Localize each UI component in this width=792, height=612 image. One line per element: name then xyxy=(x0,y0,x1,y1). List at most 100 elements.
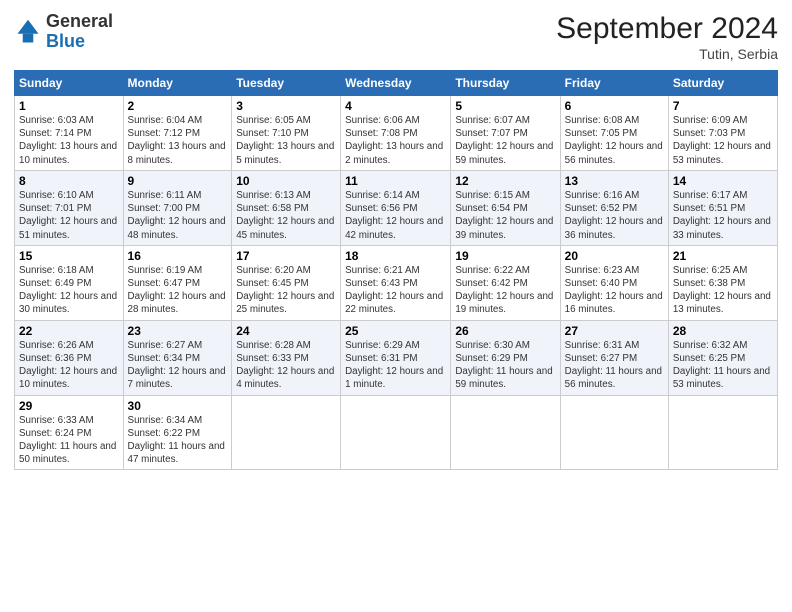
day-info: Sunrise: 6:11 AMSunset: 7:00 PMDaylight:… xyxy=(128,189,228,242)
col-thursday: Thursday xyxy=(451,71,560,96)
calendar-cell xyxy=(668,395,777,470)
calendar-cell: 28Sunrise: 6:32 AMSunset: 6:25 PMDayligh… xyxy=(668,320,777,395)
day-info: Sunrise: 6:09 AMSunset: 7:03 PMDaylight:… xyxy=(673,114,773,167)
month-title: September 2024 xyxy=(556,12,778,46)
day-info: Sunrise: 6:27 AMSunset: 6:34 PMDaylight:… xyxy=(128,339,228,392)
day-number: 27 xyxy=(565,324,664,338)
col-tuesday: Tuesday xyxy=(232,71,341,96)
calendar-cell: 8Sunrise: 6:10 AMSunset: 7:01 PMDaylight… xyxy=(15,170,124,245)
day-info: Sunrise: 6:18 AMSunset: 6:49 PMDaylight:… xyxy=(19,264,119,317)
calendar-cell xyxy=(341,395,451,470)
day-number: 2 xyxy=(128,99,228,113)
day-info: Sunrise: 6:08 AMSunset: 7:05 PMDaylight:… xyxy=(565,114,664,167)
day-info: Sunrise: 6:22 AMSunset: 6:42 PMDaylight:… xyxy=(455,264,555,317)
day-number: 3 xyxy=(236,99,336,113)
day-info: Sunrise: 6:25 AMSunset: 6:38 PMDaylight:… xyxy=(673,264,773,317)
logo-blue: Blue xyxy=(46,31,85,51)
logo-text: General Blue xyxy=(46,12,113,52)
logo-icon xyxy=(14,18,42,46)
day-number: 22 xyxy=(19,324,119,338)
day-number: 9 xyxy=(128,174,228,188)
day-info: Sunrise: 6:15 AMSunset: 6:54 PMDaylight:… xyxy=(455,189,555,242)
calendar-cell: 21Sunrise: 6:25 AMSunset: 6:38 PMDayligh… xyxy=(668,245,777,320)
day-info: Sunrise: 6:23 AMSunset: 6:40 PMDaylight:… xyxy=(565,264,664,317)
day-number: 8 xyxy=(19,174,119,188)
day-number: 25 xyxy=(345,324,446,338)
day-info: Sunrise: 6:16 AMSunset: 6:52 PMDaylight:… xyxy=(565,189,664,242)
col-monday: Monday xyxy=(123,71,232,96)
calendar-cell: 25Sunrise: 6:29 AMSunset: 6:31 PMDayligh… xyxy=(341,320,451,395)
day-number: 20 xyxy=(565,249,664,263)
calendar-cell: 3Sunrise: 6:05 AMSunset: 7:10 PMDaylight… xyxy=(232,96,341,171)
calendar-cell xyxy=(451,395,560,470)
calendar-cell: 14Sunrise: 6:17 AMSunset: 6:51 PMDayligh… xyxy=(668,170,777,245)
day-number: 21 xyxy=(673,249,773,263)
day-info: Sunrise: 6:04 AMSunset: 7:12 PMDaylight:… xyxy=(128,114,228,167)
day-number: 26 xyxy=(455,324,555,338)
day-number: 14 xyxy=(673,174,773,188)
day-number: 28 xyxy=(673,324,773,338)
day-number: 12 xyxy=(455,174,555,188)
calendar-cell xyxy=(232,395,341,470)
day-info: Sunrise: 6:33 AMSunset: 6:24 PMDaylight:… xyxy=(19,414,119,467)
day-info: Sunrise: 6:07 AMSunset: 7:07 PMDaylight:… xyxy=(455,114,555,167)
day-number: 11 xyxy=(345,174,446,188)
day-number: 10 xyxy=(236,174,336,188)
logo: General Blue xyxy=(14,12,113,52)
day-info: Sunrise: 6:13 AMSunset: 6:58 PMDaylight:… xyxy=(236,189,336,242)
calendar-cell: 30Sunrise: 6:34 AMSunset: 6:22 PMDayligh… xyxy=(123,395,232,470)
day-number: 15 xyxy=(19,249,119,263)
day-number: 23 xyxy=(128,324,228,338)
calendar-cell: 19Sunrise: 6:22 AMSunset: 6:42 PMDayligh… xyxy=(451,245,560,320)
day-number: 17 xyxy=(236,249,336,263)
day-number: 1 xyxy=(19,99,119,113)
day-info: Sunrise: 6:17 AMSunset: 6:51 PMDaylight:… xyxy=(673,189,773,242)
logo-general: General xyxy=(46,11,113,31)
day-info: Sunrise: 6:03 AMSunset: 7:14 PMDaylight:… xyxy=(19,114,119,167)
page-header: General Blue September 2024 Tutin, Serbi… xyxy=(14,12,778,62)
day-number: 24 xyxy=(236,324,336,338)
calendar-cell: 29Sunrise: 6:33 AMSunset: 6:24 PMDayligh… xyxy=(15,395,124,470)
calendar-row: 29Sunrise: 6:33 AMSunset: 6:24 PMDayligh… xyxy=(15,395,778,470)
day-info: Sunrise: 6:21 AMSunset: 6:43 PMDaylight:… xyxy=(345,264,446,317)
day-info: Sunrise: 6:26 AMSunset: 6:36 PMDaylight:… xyxy=(19,339,119,392)
day-number: 19 xyxy=(455,249,555,263)
calendar-row: 1Sunrise: 6:03 AMSunset: 7:14 PMDaylight… xyxy=(15,96,778,171)
calendar-cell: 26Sunrise: 6:30 AMSunset: 6:29 PMDayligh… xyxy=(451,320,560,395)
calendar-cell: 24Sunrise: 6:28 AMSunset: 6:33 PMDayligh… xyxy=(232,320,341,395)
calendar-cell: 23Sunrise: 6:27 AMSunset: 6:34 PMDayligh… xyxy=(123,320,232,395)
calendar-cell: 12Sunrise: 6:15 AMSunset: 6:54 PMDayligh… xyxy=(451,170,560,245)
day-number: 13 xyxy=(565,174,664,188)
calendar-cell: 27Sunrise: 6:31 AMSunset: 6:27 PMDayligh… xyxy=(560,320,668,395)
calendar-row: 22Sunrise: 6:26 AMSunset: 6:36 PMDayligh… xyxy=(15,320,778,395)
calendar-cell: 13Sunrise: 6:16 AMSunset: 6:52 PMDayligh… xyxy=(560,170,668,245)
calendar-cell: 20Sunrise: 6:23 AMSunset: 6:40 PMDayligh… xyxy=(560,245,668,320)
calendar-table: Sunday Monday Tuesday Wednesday Thursday… xyxy=(14,70,778,470)
day-number: 4 xyxy=(345,99,446,113)
calendar-cell: 7Sunrise: 6:09 AMSunset: 7:03 PMDaylight… xyxy=(668,96,777,171)
day-info: Sunrise: 6:06 AMSunset: 7:08 PMDaylight:… xyxy=(345,114,446,167)
col-saturday: Saturday xyxy=(668,71,777,96)
calendar-cell: 11Sunrise: 6:14 AMSunset: 6:56 PMDayligh… xyxy=(341,170,451,245)
location: Tutin, Serbia xyxy=(556,46,778,62)
day-info: Sunrise: 6:32 AMSunset: 6:25 PMDaylight:… xyxy=(673,339,773,392)
calendar-cell: 18Sunrise: 6:21 AMSunset: 6:43 PMDayligh… xyxy=(341,245,451,320)
day-info: Sunrise: 6:34 AMSunset: 6:22 PMDaylight:… xyxy=(128,414,228,467)
calendar-cell: 15Sunrise: 6:18 AMSunset: 6:49 PMDayligh… xyxy=(15,245,124,320)
day-number: 16 xyxy=(128,249,228,263)
day-number: 5 xyxy=(455,99,555,113)
calendar-cell xyxy=(560,395,668,470)
day-info: Sunrise: 6:20 AMSunset: 6:45 PMDaylight:… xyxy=(236,264,336,317)
day-info: Sunrise: 6:29 AMSunset: 6:31 PMDaylight:… xyxy=(345,339,446,392)
calendar-row: 8Sunrise: 6:10 AMSunset: 7:01 PMDaylight… xyxy=(15,170,778,245)
calendar-cell: 2Sunrise: 6:04 AMSunset: 7:12 PMDaylight… xyxy=(123,96,232,171)
day-number: 7 xyxy=(673,99,773,113)
calendar-cell: 4Sunrise: 6:06 AMSunset: 7:08 PMDaylight… xyxy=(341,96,451,171)
col-sunday: Sunday xyxy=(15,71,124,96)
calendar-cell: 22Sunrise: 6:26 AMSunset: 6:36 PMDayligh… xyxy=(15,320,124,395)
day-info: Sunrise: 6:28 AMSunset: 6:33 PMDaylight:… xyxy=(236,339,336,392)
calendar-cell: 6Sunrise: 6:08 AMSunset: 7:05 PMDaylight… xyxy=(560,96,668,171)
title-block: September 2024 Tutin, Serbia xyxy=(556,12,778,62)
calendar-cell: 1Sunrise: 6:03 AMSunset: 7:14 PMDaylight… xyxy=(15,96,124,171)
header-row: Sunday Monday Tuesday Wednesday Thursday… xyxy=(15,71,778,96)
